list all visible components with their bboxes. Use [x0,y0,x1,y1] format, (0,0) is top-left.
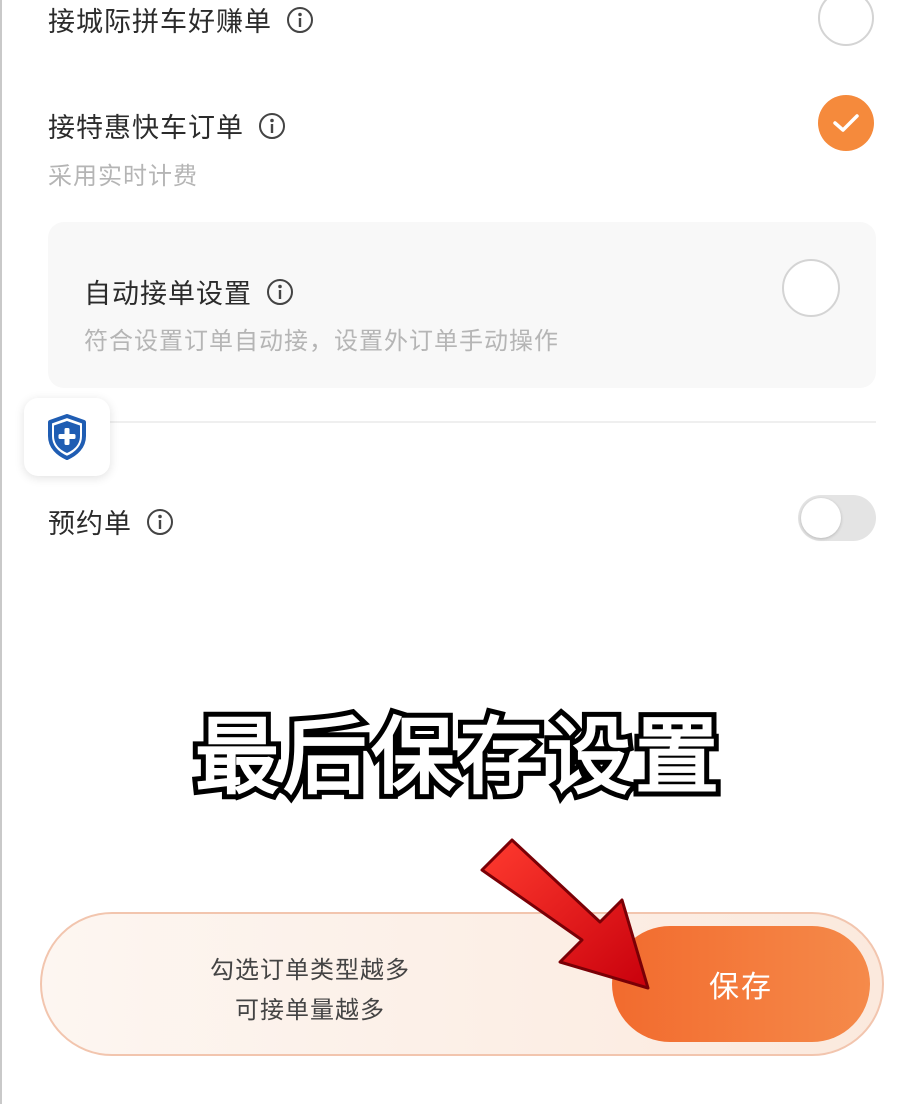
intercity-label: 接城际拼车好赚单 [48,7,272,38]
toggle-knob [801,498,841,538]
discount-row: 接特惠快车订单 [48,106,286,145]
reservation-row: 预约单 [48,502,174,541]
reservation-toggle[interactable] [798,495,876,541]
auto-accept-label: 自动接单设置 [84,279,252,310]
auto-accept-row: 自动接单设置 [84,272,294,311]
auto-accept-subtext: 符合设置订单自动接，设置外订单手动操作 [84,327,559,355]
intercity-checkbox[interactable] [818,0,874,46]
safety-shield-button[interactable] [24,398,110,476]
divider [110,421,876,423]
intercity-row: 接城际拼车好赚单 [48,0,314,39]
check-icon [833,114,859,132]
hint-line-1: 勾选订单类型越多 [210,956,410,984]
overlay-caption: 最后保存设置 [190,703,724,811]
reservation-label: 预约单 [48,509,132,540]
info-icon[interactable] [258,112,286,140]
shield-plus-icon [48,414,86,460]
arrow-icon [480,838,650,990]
discount-label: 接特惠快车订单 [48,113,244,144]
auto-accept-checkbox[interactable] [782,259,840,317]
screen-edge [0,0,2,1104]
info-icon[interactable] [146,508,174,536]
hint-line-2: 可接单量越多 [235,996,385,1024]
info-icon[interactable] [286,6,314,34]
discount-subtext: 采用实时计费 [48,162,198,190]
discount-checkbox[interactable] [818,95,874,151]
info-icon[interactable] [266,278,294,306]
